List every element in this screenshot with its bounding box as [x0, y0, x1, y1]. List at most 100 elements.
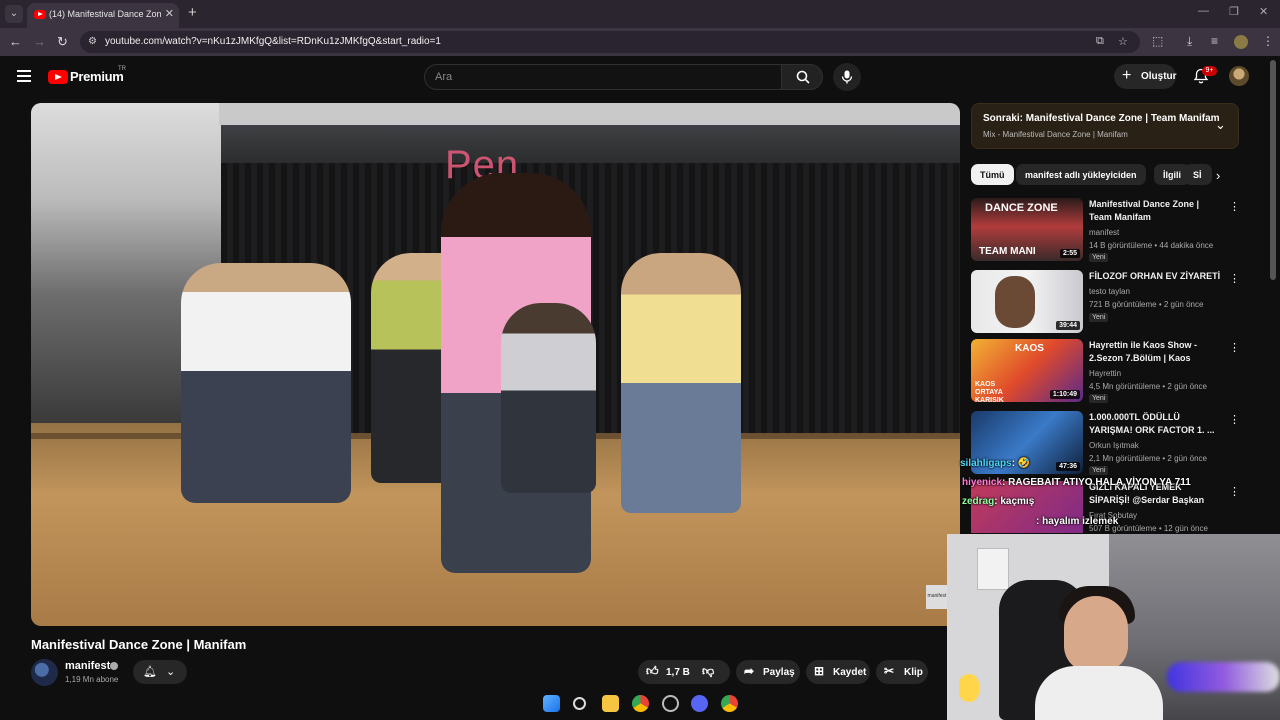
- chat-message: : hayalım izlemek: [1036, 516, 1119, 527]
- more-options-icon[interactable]: ⋮: [1229, 272, 1240, 285]
- voice-search-button[interactable]: [833, 63, 861, 91]
- account-avatar[interactable]: [1229, 66, 1249, 86]
- browser-tab-bar: ⌄ (14) Manifestival Dance Zone | Ma ✕ + …: [0, 0, 1280, 28]
- browser-profile-avatar[interactable]: [1234, 35, 1248, 49]
- forward-icon[interactable]: →: [33, 34, 46, 49]
- more-options-icon[interactable]: ⋮: [1229, 485, 1240, 498]
- search-placeholder: Ara: [435, 71, 453, 83]
- related-meta: 4,5 Mn görüntüleme • 2 gün önce: [1089, 382, 1207, 391]
- bookmark-star-icon[interactable]: ☆: [1118, 35, 1128, 48]
- url-field[interactable]: ⚙ youtube.com/watch?v=nKu1zJMKfgQ&list=R…: [80, 31, 1140, 53]
- dancer-white-shirt: [181, 263, 351, 503]
- related-channel[interactable]: Hayrettin: [1089, 369, 1121, 378]
- streamer-webcam: [947, 534, 1280, 720]
- chip-all[interactable]: Tümü: [971, 164, 1014, 185]
- save-button[interactable]: ⊞ Kaydet: [806, 660, 870, 684]
- video-thumbnail[interactable]: 39:44: [971, 270, 1083, 333]
- video-duration: 2:55: [1059, 249, 1080, 258]
- chat-line: : hayalım izlemek: [1036, 516, 1118, 527]
- maximize-icon[interactable]: ❐: [1229, 5, 1239, 18]
- chat-line: zedrag: kaçmış: [962, 496, 1034, 507]
- youtube-logo-icon[interactable]: [48, 70, 68, 84]
- up-next-subtitle: Mix - Manifestival Dance Zone | Manifam: [983, 130, 1128, 139]
- chevron-down-icon[interactable]: ⌄: [1215, 117, 1226, 133]
- thumbs-up-icon: 👍︎: [646, 664, 659, 678]
- app-icon[interactable]: [662, 695, 679, 712]
- new-badge: Yeni: [1089, 253, 1109, 262]
- chat-message: : kaçmış: [994, 496, 1035, 507]
- related-video[interactable]: KAOS KAOS ORTAYA KARIŞIK 1:10:49 Hayrett…: [971, 339, 1241, 403]
- chat-user: zedrag: [962, 496, 995, 507]
- subscription-bell-button[interactable]: 🔔︎ ⌄: [133, 660, 187, 684]
- menu-icon[interactable]: [17, 70, 31, 85]
- reading-list-icon[interactable]: ≡: [1211, 34, 1218, 48]
- related-channel[interactable]: manifest: [1089, 228, 1119, 237]
- dancer-yellow-shirt: [621, 253, 741, 513]
- back-icon[interactable]: ←: [9, 34, 22, 49]
- country-code: TR: [118, 66, 126, 72]
- related-video[interactable]: DANCE ZONE TEAM MANI 2:55 Manifestival D…: [971, 198, 1241, 262]
- scissors-icon: ✂: [884, 664, 895, 678]
- thumbs-down-icon[interactable]: 👎︎: [702, 664, 714, 679]
- streamer-face: [1064, 596, 1128, 672]
- related-video[interactable]: 39:44 FİLOZOF ORHAN EV ZİYARETİ testo ta…: [971, 270, 1241, 334]
- like-button[interactable]: 👍︎ 1,7 B 👎︎: [638, 660, 730, 684]
- video-player[interactable]: Pen manifest: [31, 103, 960, 626]
- clip-label: Klip: [904, 667, 923, 678]
- related-meta: 14 B görüntüleme • 44 dakika önce: [1089, 241, 1214, 250]
- more-options-icon[interactable]: ⋮: [1229, 413, 1240, 426]
- clip-button[interactable]: ✂ Klip: [876, 660, 928, 684]
- discord-icon[interactable]: [691, 695, 708, 712]
- related-channel[interactable]: testo taylan: [1089, 287, 1130, 296]
- browser-tab[interactable]: (14) Manifestival Dance Zone | Ma ✕: [27, 3, 179, 28]
- thumbnail-person: [995, 276, 1035, 328]
- search-input[interactable]: Ara: [424, 64, 782, 90]
- new-tab-icon[interactable]: +: [188, 4, 197, 21]
- related-channel[interactable]: Orkun Işıtmak: [1089, 441, 1139, 450]
- create-label: Oluştur: [1141, 71, 1177, 82]
- download-icon[interactable]: ⤓: [1187, 34, 1192, 49]
- channel-watermark[interactable]: manifest: [926, 585, 948, 609]
- chat-message: : RAGEBAIT ATIYO HALA VİYON YA 711: [1002, 477, 1191, 488]
- page-scrollbar[interactable]: [1270, 60, 1276, 280]
- youtube-premium-logo[interactable]: Premium: [70, 69, 124, 84]
- video-duration: 1:10:49: [1049, 390, 1080, 399]
- more-options-icon[interactable]: ⋮: [1229, 341, 1240, 354]
- video-title: Manifestival Dance Zone | Manifam: [31, 637, 247, 652]
- new-badge: Yeni: [1089, 313, 1109, 322]
- channel-name[interactable]: manifest: [65, 660, 110, 672]
- chip-from-uploader[interactable]: manifest adlı yükleyiciden: [1016, 164, 1146, 185]
- share-icon: ➦: [744, 664, 755, 678]
- share-button[interactable]: ➦ Paylaş: [736, 660, 800, 684]
- chrome-icon[interactable]: [721, 695, 738, 712]
- cast-icon[interactable]: ⧉: [1096, 35, 1104, 48]
- windows-start-icon[interactable]: [543, 695, 560, 712]
- extensions-icon[interactable]: ⬚: [1152, 34, 1163, 48]
- thumbnail-text: KAOS: [1015, 343, 1044, 354]
- more-options-icon[interactable]: ⋮: [1229, 200, 1240, 213]
- tab-search-icon[interactable]: ⌄: [5, 5, 23, 23]
- create-button[interactable]: + Oluştur: [1114, 64, 1177, 89]
- chrome-icon[interactable]: [632, 695, 649, 712]
- url-text: youtube.com/watch?v=nKu1zJMKfgQ&list=RDn…: [105, 36, 441, 47]
- up-next-panel[interactable]: Sonraki: Manifestival Dance Zone | Team …: [971, 103, 1239, 149]
- close-window-icon[interactable]: ✕: [1259, 5, 1268, 18]
- share-label: Paylaş: [763, 667, 795, 678]
- thumbnail-text: KAOS ORTAYA KARIŞIK: [975, 381, 1004, 402]
- tab-close-icon[interactable]: ✕: [165, 7, 174, 20]
- chip-more[interactable]: Sİ: [1184, 164, 1212, 185]
- chevron-right-icon[interactable]: ›: [1216, 168, 1220, 183]
- windows-taskbar: [0, 688, 947, 720]
- site-info-icon[interactable]: ⚙: [88, 36, 97, 47]
- file-explorer-icon[interactable]: [602, 695, 619, 712]
- microphone-icon: [841, 70, 853, 84]
- search-button[interactable]: [781, 64, 823, 90]
- channel-avatar[interactable]: [31, 659, 58, 686]
- video-thumbnail[interactable]: KAOS KAOS ORTAYA KARIŞIK 1:10:49: [971, 339, 1083, 402]
- reload-icon[interactable]: ↻: [57, 34, 68, 50]
- video-thumbnail[interactable]: DANCE ZONE TEAM MANI 2:55: [971, 198, 1083, 261]
- taskbar-search-icon[interactable]: [573, 697, 586, 710]
- browser-menu-icon[interactable]: ⋮: [1262, 34, 1274, 48]
- chat-message: : 🤣: [1011, 458, 1031, 469]
- minimize-icon[interactable]: —: [1198, 5, 1209, 17]
